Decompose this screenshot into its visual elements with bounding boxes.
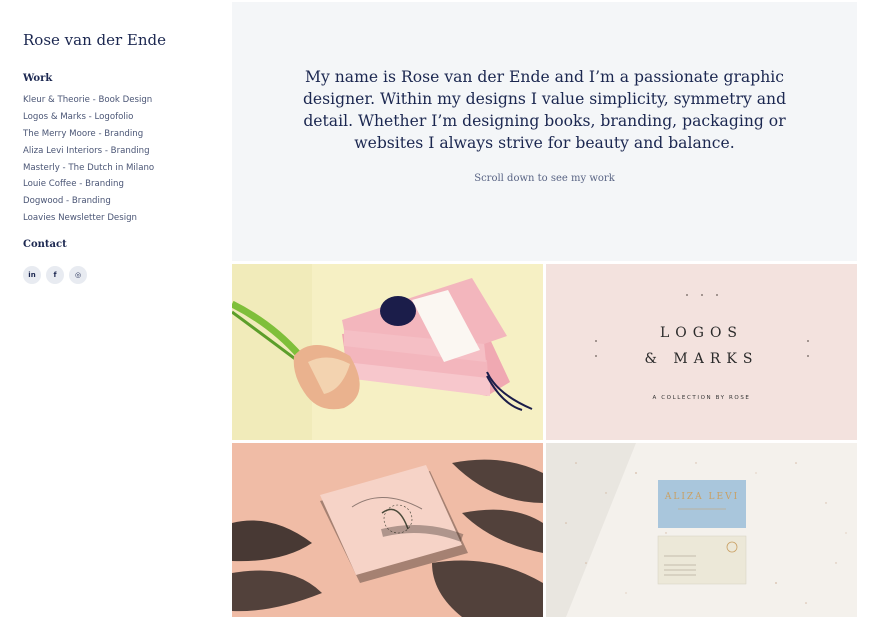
nav-item-masterly[interactable]: Masterly - The Dutch in Milano — [23, 162, 154, 179]
nav-item-merry-moore[interactable]: The Merry Moore - Branding — [23, 128, 154, 145]
site-title[interactable]: Rose van der Ende — [23, 31, 166, 49]
logos-title-line1: LOGOS — [659, 325, 744, 341]
intro-hero: My name is Rose van der Ende and I’m a p… — [232, 2, 857, 261]
aliza-levi-card-brand: ALIZA LEVI — [664, 492, 740, 502]
project-tile-kleur-theorie[interactable] — [232, 264, 543, 440]
linkedin-icon[interactable]: in — [23, 266, 41, 284]
nav-item-aliza-levi[interactable]: Aliza Levi Interiors - Branding — [23, 145, 154, 162]
aliza-levi-photo — [546, 443, 857, 617]
nav-item-loavies[interactable]: Loavies Newsletter Design — [23, 212, 154, 229]
nav-item-louie-coffee[interactable]: Louie Coffee - Branding — [23, 178, 154, 195]
project-tile-merry-moore[interactable] — [232, 443, 543, 617]
nav-item-dogwood[interactable]: Dogwood - Branding — [23, 195, 154, 212]
nav-item-kleur-theorie[interactable]: Kleur & Theorie - Book Design — [23, 94, 154, 111]
social-links: in f ◎ — [23, 266, 87, 284]
intro-text: My name is Rose van der Ende and I’m a p… — [302, 68, 787, 152]
project-tile-aliza-levi[interactable]: ALIZA LEVI — [546, 443, 857, 617]
work-section-label: Work — [23, 73, 53, 84]
work-nav-list: Kleur & Theorie - Book Design Logos & Ma… — [23, 94, 154, 229]
scroll-down-link[interactable]: Scroll down to see my work — [232, 173, 857, 184]
nav-item-logos-marks[interactable]: Logos & Marks - Logofolio — [23, 111, 154, 128]
merry-moore-photo — [232, 443, 543, 617]
logos-subtitle: A COLLECTION BY ROSE — [652, 395, 751, 401]
books-photo — [232, 264, 543, 440]
project-tile-logos-marks[interactable]: LOGOS & MARKS A COLLECTION BY ROSE — [546, 264, 857, 440]
facebook-icon[interactable]: f — [46, 266, 64, 284]
instagram-icon[interactable]: ◎ — [69, 266, 87, 284]
logos-title-line2: & MARKS — [644, 351, 759, 367]
contact-link[interactable]: Contact — [23, 239, 67, 250]
sidebar: Rose van der Ende Work Kleur & Theorie -… — [0, 0, 232, 617]
